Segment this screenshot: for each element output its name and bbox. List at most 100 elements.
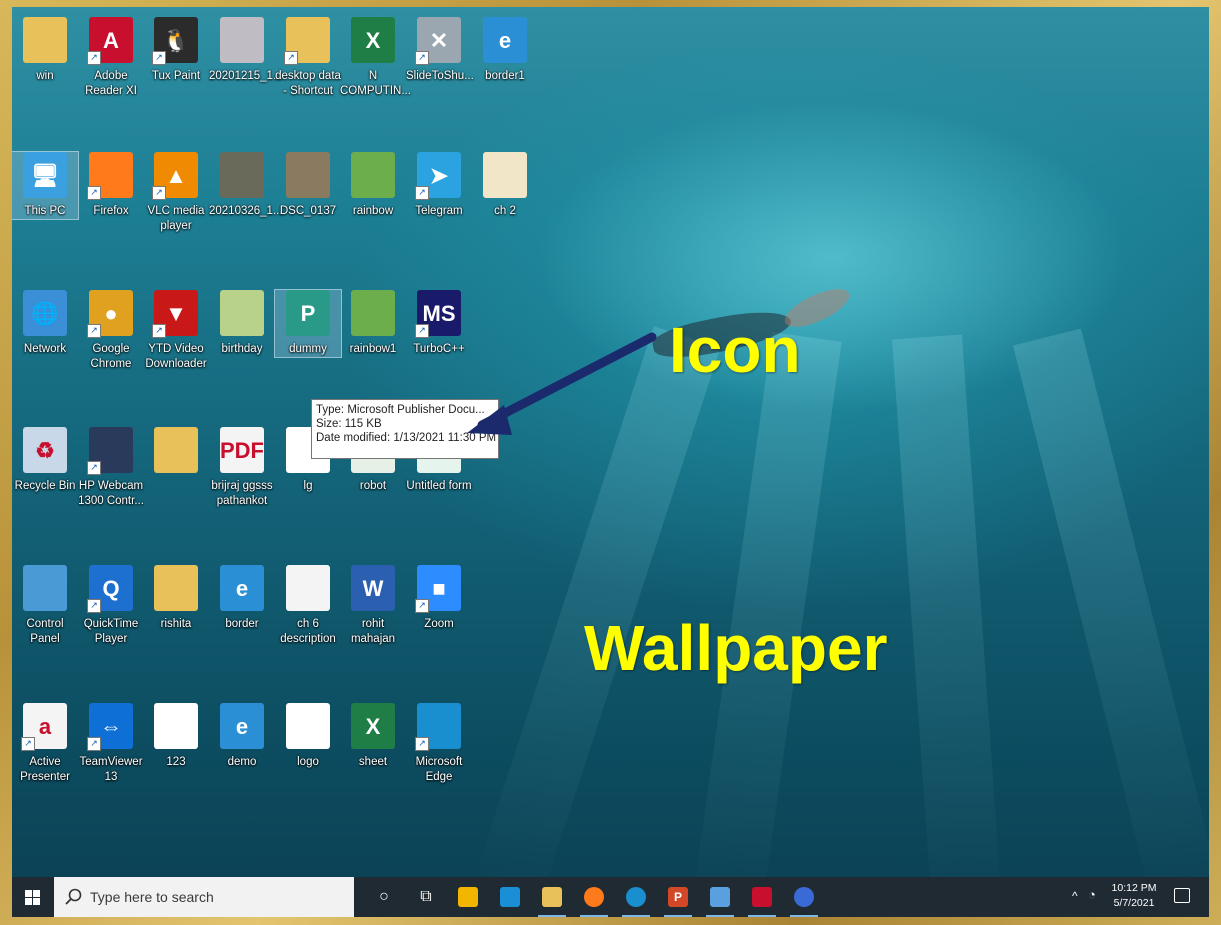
desktop-icon-rohit-mahajan[interactable]: Wrohit mahajan [340, 565, 406, 647]
edge-icon [626, 887, 646, 907]
desktop-icon-border[interactable]: e border [209, 565, 275, 632]
notification-icon[interactable] [1174, 888, 1190, 903]
this-pc-icon: 🖥 [23, 152, 67, 198]
taskbar-cortana-button[interactable]: ○ [364, 877, 404, 917]
desktop-icon-zoom[interactable]: ■ ↗ Zoom [406, 565, 472, 632]
desktop-icon-teamviewer-13[interactable]: ⇔ ↗ TeamViewer 13 [78, 703, 144, 785]
desktop-icon-quicktime-player[interactable]: Q ↗ QuickTime Player [78, 565, 144, 647]
desktop-icon-desktop-data-shortcut[interactable]: ↗ desktop data - Shortcut [275, 17, 341, 99]
rainbow1-icon [351, 290, 395, 336]
taskbar-powerpoint-button[interactable]: P [658, 877, 698, 917]
desktop-icon-slidetoshutdown[interactable]: ✕ ↗ SlideToShu... [406, 17, 474, 84]
desktop-icon-google-chrome[interactable]: ● ↗ Google Chrome [78, 290, 144, 372]
folder-blank-icon [154, 427, 198, 473]
desktop-icon-dsc-0137[interactable]: DSC_0137 [275, 152, 341, 219]
desktop-icon-label: birthday [221, 343, 263, 355]
desktop-icon-network[interactable]: 🌐 Network [12, 290, 78, 357]
desktop-icon-label: Network [23, 343, 67, 355]
desktop-icon-control-panel[interactable]: Control Panel [12, 565, 78, 647]
telegram-icon: ➤ ↗ [415, 152, 461, 200]
desktop-icon-file-123[interactable]: 123 [143, 703, 209, 770]
taskbar-task-view-button[interactable]: ⧉ [406, 877, 446, 917]
microsoft-edge-icon: ↗ [415, 703, 461, 751]
recycle-bin-icon: ♻ [23, 427, 67, 473]
shortcut-arrow-icon: ↗ [152, 324, 166, 338]
taskbar-microsoft-store-button[interactable] [448, 877, 488, 917]
teamviewer-13-icon: ⇔ ↗ [87, 703, 133, 751]
running-indicator [538, 915, 566, 917]
desktop-icon-n-computing[interactable]: X N COMPUTIN... [340, 17, 411, 99]
desktop-icon-label: border [225, 618, 259, 630]
tux-paint-icon: 🐧 ↗ [152, 17, 198, 65]
desktop-icon-recycle-bin[interactable]: ♻ Recycle Bin [12, 427, 78, 494]
desktop-icon-label: rainbow [352, 205, 394, 217]
taskbar-app-red-button[interactable] [742, 877, 782, 917]
desktop-icon-sheet[interactable]: Xsheet [340, 703, 406, 770]
taskbar-edge-button[interactable] [616, 877, 656, 917]
desktop-icon-this-pc[interactable]: 🖥 This PC [12, 151, 79, 220]
desktop-icon-win-folder[interactable]: win [12, 17, 78, 84]
ch-6-description-icon [286, 565, 330, 611]
desktop-icon-label: win [36, 70, 54, 82]
border-glyph: e [235, 575, 249, 601]
desktop-icon-ch-6-description[interactable]: ch 6 description [275, 565, 341, 647]
desktop-icon-adobe-reader-xi[interactable]: A ↗ Adobe Reader XI [78, 17, 144, 99]
brijraj-ggsss-pathankot-icon: PDF [220, 427, 264, 473]
desktop-icon-logo[interactable]: logo [275, 703, 341, 770]
shortcut-arrow-icon: ↗ [415, 324, 429, 338]
desktop-icon-dummy[interactable]: Pdummy [274, 289, 342, 358]
tooltip-modified: Date modified: 1/13/2021 11:30 PM [316, 432, 497, 444]
desktop-icon-hp-webcam[interactable]: ↗ HP Webcam 1300 Contr... [78, 427, 144, 509]
desktop-icon-ch-2[interactable]: ch 2 [472, 152, 538, 219]
desktop-icon-label: Control Panel [26, 618, 64, 645]
border1-icon: e [483, 17, 527, 63]
taskbar-firefox-button[interactable] [574, 877, 614, 917]
taskbar-clock[interactable]: 10:12 PM 5/7/2021 [1106, 881, 1162, 911]
start-button[interactable] [12, 877, 54, 917]
desktop-icon-image-20201215[interactable]: 20201215_1... [209, 17, 283, 84]
firefox-icon: ↗ [87, 152, 133, 200]
desktop-icon-firefox[interactable]: ↗ Firefox [78, 152, 144, 219]
desktop-icon-label: border1 [485, 70, 525, 82]
desktop-icon-demo[interactable]: e demo [209, 703, 275, 770]
desktop-icon-microsoft-edge[interactable]: ↗ Microsoft Edge [406, 703, 472, 785]
demo-icon: e [220, 703, 264, 749]
desktop-icon-birthday[interactable]: birthday [209, 290, 275, 357]
desktop-icon-border1[interactable]: e border1 [472, 17, 538, 84]
taskbar-app-blue-button[interactable] [784, 877, 824, 917]
desktop-icon-ytd-video-downloader[interactable]: ▼ ↗ YTD Video Downloader [143, 290, 209, 372]
desktop-icon-vlc-media-player[interactable]: ▲ ↗ VLC media player [143, 152, 209, 234]
desktop-icon-label: N COMPUTIN... [340, 70, 411, 97]
windows-logo-icon [25, 890, 40, 905]
desktop-icon-label: brijraj ggsss pathankot [211, 480, 273, 507]
desktop-icon-rainbow1[interactable]: rainbow1 [340, 290, 406, 357]
wallpaper-annotation-label: Wallpaper [584, 612, 888, 684]
taskbar-file-explorer-button[interactable] [532, 877, 572, 917]
taskbar-paint-button[interactable] [700, 877, 740, 917]
desktop-icon-turboc[interactable]: MS ↗ TurboC++ [406, 290, 472, 357]
desktop-icon-rishita[interactable]: rishita [143, 565, 209, 632]
desktop-icon-label: Firefox [93, 205, 129, 217]
desktop-icon-image-20210326[interactable]: 20210326_1... [209, 152, 283, 219]
file-explorer-icon [542, 887, 562, 907]
desktop-icon-tux-paint[interactable]: 🐧 ↗ Tux Paint [143, 17, 209, 84]
desktop-icon-label: robot [359, 480, 387, 492]
wifi-icon[interactable]: ◔ [1088, 887, 1096, 902]
sheet-icon: X [351, 703, 395, 749]
shortcut-arrow-icon: ↗ [152, 186, 166, 200]
desktop-icon-folder-blank[interactable] [143, 427, 209, 479]
desktop-icon-active-presenter[interactable]: a ↗ Active Presenter [12, 703, 78, 785]
n-computing-glyph: X [365, 27, 381, 53]
desktop-icon-rainbow[interactable]: rainbow [340, 152, 406, 219]
taskbar-mail-button[interactable] [490, 877, 530, 917]
sheet-glyph: X [365, 713, 381, 739]
photo-frame: win A ↗ Adobe Reader XI 🐧 ↗ Tux Paint 20201215_… [0, 0, 1221, 925]
desktop-icon-brijraj-ggsss-pathankot[interactable]: PDF brijraj ggsss pathankot [209, 427, 275, 509]
dummy-glyph: P [300, 300, 316, 326]
chevron-up-icon[interactable]: ^ [1072, 889, 1078, 903]
task-view-icon: ⧉ [420, 888, 432, 905]
desktop-icon-telegram[interactable]: ➤ ↗ Telegram [406, 152, 472, 219]
image-20210326-icon [220, 152, 264, 198]
taskbar-search-box[interactable]: Type here to search [54, 877, 354, 917]
zoom-icon: ■ ↗ [415, 565, 461, 613]
